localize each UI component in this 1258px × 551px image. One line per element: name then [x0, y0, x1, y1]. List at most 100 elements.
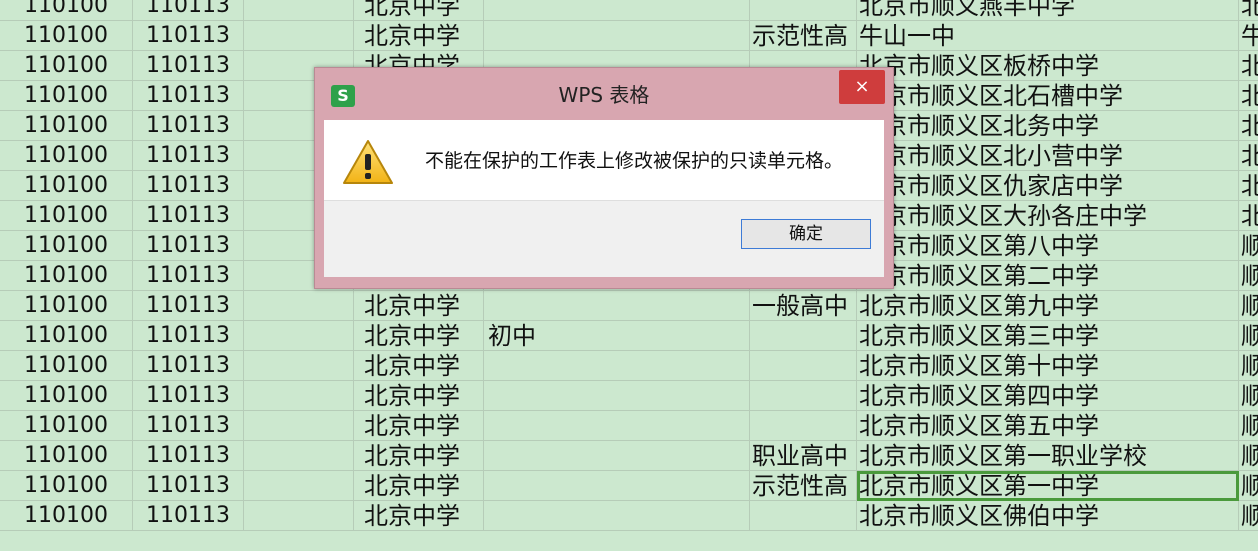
table-cell[interactable]: 顺 [1239, 381, 1258, 411]
table-cell[interactable] [484, 441, 750, 471]
table-cell[interactable] [244, 381, 354, 411]
table-cell[interactable] [244, 21, 354, 51]
table-cell[interactable]: 110100 [0, 501, 133, 531]
table-cell[interactable]: 北 [1239, 111, 1258, 141]
table-cell[interactable] [484, 0, 750, 21]
table-cell[interactable] [484, 21, 750, 51]
table-cell[interactable]: 110113 [133, 0, 244, 21]
table-cell[interactable]: 110100 [0, 81, 133, 111]
table-cell[interactable]: 110100 [0, 0, 133, 21]
close-button[interactable]: × [839, 70, 885, 104]
table-cell[interactable] [750, 411, 857, 441]
table-cell[interactable]: 北京市顺义区第九中学 [857, 291, 1239, 321]
table-cell[interactable]: 110113 [133, 321, 244, 351]
table-cell[interactable]: 顺 [1239, 471, 1258, 501]
table-cell[interactable]: 顺 [1239, 501, 1258, 531]
table-cell[interactable] [244, 471, 354, 501]
table-cell[interactable]: 牛 [1239, 21, 1258, 51]
table-cell[interactable]: 北京市顺义区第四中学 [857, 381, 1239, 411]
table-cell[interactable] [244, 351, 354, 381]
table-cell[interactable]: 110113 [133, 21, 244, 51]
table-cell[interactable] [484, 291, 750, 321]
table-cell[interactable]: 北 [1239, 51, 1258, 81]
table-cell[interactable] [244, 291, 354, 321]
table-cell[interactable] [244, 441, 354, 471]
table-cell[interactable]: 示范性高 [750, 471, 857, 501]
table-cell[interactable]: 北京中学 [354, 471, 484, 501]
table-cell[interactable]: 北京中学 [354, 441, 484, 471]
table-cell[interactable]: 北京中学 [354, 351, 484, 381]
table-cell[interactable]: 北京市顺义区仇家店中学 [857, 171, 1239, 201]
table-cell[interactable] [244, 321, 354, 351]
table-cell[interactable]: 顺 [1239, 231, 1258, 261]
table-cell[interactable]: 110113 [133, 231, 244, 261]
table-cell[interactable]: 110100 [0, 381, 133, 411]
table-cell[interactable]: 北京市顺义区北务中学 [857, 111, 1239, 141]
table-cell[interactable]: 北京中学 [354, 501, 484, 531]
table-cell[interactable]: 110113 [133, 501, 244, 531]
table-cell[interactable] [750, 351, 857, 381]
table-cell[interactable] [484, 381, 750, 411]
table-cell[interactable] [750, 0, 857, 21]
table-cell[interactable]: 110100 [0, 351, 133, 381]
table-cell[interactable]: 北京中学 [354, 321, 484, 351]
table-cell[interactable]: 北京市顺义区板桥中学 [857, 51, 1239, 81]
table-cell[interactable]: 北京中学 [354, 21, 484, 51]
table-cell[interactable] [750, 501, 857, 531]
table-cell[interactable]: 110113 [133, 141, 244, 171]
table-cell[interactable]: 北 [1239, 0, 1258, 21]
table-cell[interactable]: 110100 [0, 111, 133, 141]
table-cell[interactable] [750, 321, 857, 351]
table-cell[interactable]: 北京市顺义区北小营中学 [857, 141, 1239, 171]
table-cell[interactable]: 北京市顺义区第一职业学校 [857, 441, 1239, 471]
table-cell[interactable]: 110113 [133, 201, 244, 231]
table-cell[interactable]: 110113 [133, 81, 244, 111]
table-cell[interactable]: 北京中学 [354, 411, 484, 441]
table-cell[interactable]: 北京市顺义区第八中学 [857, 231, 1239, 261]
table-cell[interactable]: 北京市顺义区第十中学 [857, 351, 1239, 381]
table-cell[interactable] [484, 471, 750, 501]
table-cell[interactable]: 北 [1239, 171, 1258, 201]
table-cell[interactable]: 110100 [0, 21, 133, 51]
table-cell[interactable]: 110100 [0, 51, 133, 81]
table-cell[interactable] [750, 381, 857, 411]
ok-button[interactable]: 确定 [741, 219, 871, 249]
table-cell[interactable]: 北京中学 [354, 291, 484, 321]
table-cell[interactable]: 北京中学 [354, 0, 484, 21]
table-cell[interactable]: 110100 [0, 321, 133, 351]
table-cell[interactable]: 北京中学 [354, 381, 484, 411]
table-cell[interactable]: 北京市顺义区第二中学 [857, 261, 1239, 291]
table-cell[interactable]: 110100 [0, 291, 133, 321]
table-cell[interactable]: 110113 [133, 351, 244, 381]
table-cell[interactable] [244, 411, 354, 441]
table-cell[interactable]: 110100 [0, 471, 133, 501]
table-cell[interactable] [244, 0, 354, 21]
table-cell[interactable]: 北京市顺义区大孙各庄中学 [857, 201, 1239, 231]
table-cell[interactable]: 示范性高 [750, 21, 857, 51]
table-cell[interactable]: 110100 [0, 261, 133, 291]
table-cell[interactable]: 初中 [484, 321, 750, 351]
table-cell[interactable]: 110113 [133, 261, 244, 291]
table-cell[interactable]: 110100 [0, 231, 133, 261]
table-cell[interactable]: 顺 [1239, 411, 1258, 441]
table-cell[interactable]: 110100 [0, 411, 133, 441]
table-cell[interactable]: 牛山一中 [857, 21, 1239, 51]
table-cell[interactable] [484, 411, 750, 441]
table-cell[interactable] [484, 351, 750, 381]
table-cell[interactable]: 110100 [0, 201, 133, 231]
table-cell[interactable]: 北京市顺义区第五中学 [857, 411, 1239, 441]
table-cell[interactable]: 110100 [0, 171, 133, 201]
table-cell[interactable]: 顺 [1239, 261, 1258, 291]
table-cell[interactable]: 顺 [1239, 321, 1258, 351]
table-cell[interactable]: 110113 [133, 441, 244, 471]
table-cell[interactable]: 北京市顺义燕丰中学 [857, 0, 1239, 21]
table-cell[interactable]: 110113 [133, 411, 244, 441]
table-cell[interactable]: 110113 [133, 171, 244, 201]
table-cell[interactable]: 北 [1239, 201, 1258, 231]
table-cell[interactable]: 顺 [1239, 441, 1258, 471]
table-cell[interactable]: 110100 [0, 141, 133, 171]
table-cell[interactable]: 110113 [133, 51, 244, 81]
table-cell[interactable]: 110113 [133, 381, 244, 411]
table-cell[interactable]: 110100 [0, 441, 133, 471]
table-cell[interactable] [484, 501, 750, 531]
